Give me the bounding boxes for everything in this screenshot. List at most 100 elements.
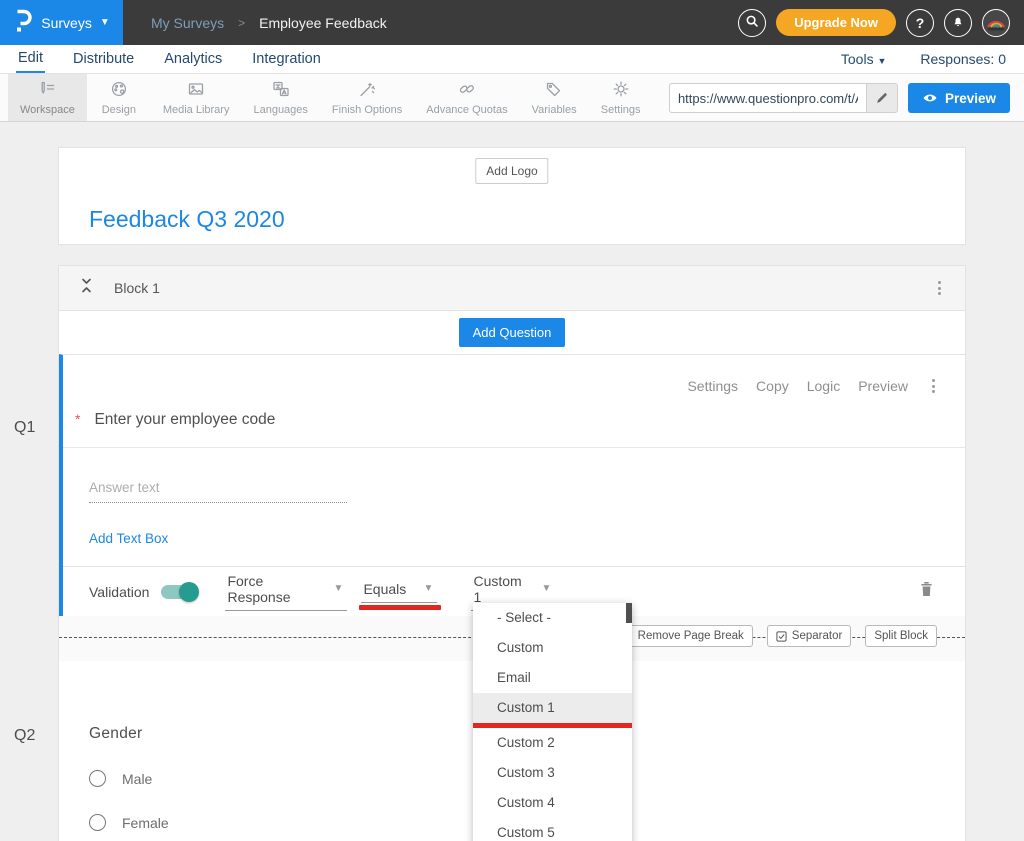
breadcrumb-separator: > (238, 16, 245, 30)
chevron-down-icon: ▼ (877, 56, 886, 66)
radio-button[interactable] (89, 814, 106, 831)
survey-url-group: Preview (669, 83, 1010, 113)
delete-question-button[interactable] (918, 580, 935, 603)
breadcrumb-my-surveys[interactable]: My Surveys (151, 15, 224, 31)
question-text[interactable]: Enter your employee code (94, 411, 275, 429)
radio-label: Male (122, 771, 152, 787)
avatar-rainbow-icon (984, 11, 1008, 35)
dropdown-item-custom2[interactable]: Custom 2 (473, 728, 632, 758)
toolbar-item-languages[interactable]: Languages (241, 74, 319, 121)
force-response-dropdown[interactable]: Force Response▼ (225, 573, 347, 611)
toolbar-item-workspace[interactable]: Workspace (8, 74, 87, 121)
tools-menu[interactable]: Tools ▼ (841, 51, 887, 67)
dropdown-item-custom5[interactable]: Custom 5 (473, 818, 632, 841)
product-label: Surveys (41, 15, 92, 31)
dropdown-item-custom1[interactable]: Custom 1 (473, 693, 632, 723)
remove-page-break-button[interactable]: Remove Page Break (613, 625, 753, 647)
toolbar-item-finish-options[interactable]: Finish Options (320, 74, 414, 121)
question-mark-icon: ? (916, 15, 925, 31)
settings-icon (611, 79, 631, 102)
breadcrumb: My Surveys > Employee Feedback (123, 0, 387, 45)
chevron-down-icon: ▼ (100, 17, 110, 28)
preview-button[interactable]: Preview (908, 83, 1010, 113)
toolbar-item-design[interactable]: Design (87, 74, 151, 121)
block-menu-kebab-icon[interactable] (934, 277, 945, 299)
survey-editor-screen: Surveys ▼ My Surveys > Employee Feedback… (0, 0, 1024, 841)
checkbox-checked-icon (776, 631, 787, 642)
user-avatar[interactable] (982, 9, 1010, 37)
dropdown-scrollbar[interactable] (626, 603, 632, 623)
bell-icon (950, 13, 966, 32)
tab-distribute[interactable]: Distribute (71, 47, 136, 72)
survey-header-card: Add Logo Feedback Q3 2020 (58, 147, 966, 245)
required-asterisk: * (75, 411, 80, 427)
toggle-knob (179, 582, 199, 602)
question-number-q1: Q1 (14, 419, 35, 437)
trash-icon (918, 580, 935, 598)
advance-quotas-icon (457, 79, 477, 102)
add-text-box-link[interactable]: Add Text Box (89, 531, 168, 546)
surveys-product-menu[interactable]: Surveys ▼ (0, 0, 123, 45)
question-title-row: * Enter your employee code (63, 355, 965, 448)
tab-integration[interactable]: Integration (250, 47, 323, 72)
pencil-icon (875, 91, 889, 105)
dropdown-item-custom[interactable]: Custom (473, 633, 632, 663)
languages-icon (271, 79, 291, 102)
chevron-down-icon: ▼ (334, 583, 344, 594)
upgrade-now-button[interactable]: Upgrade Now (776, 9, 896, 36)
finish-options-icon (357, 79, 377, 102)
page-break-buttons: Remove Page Break Separator Split Block (613, 625, 937, 647)
tabrow-right: Tools ▼ Responses: 0 (841, 51, 1008, 67)
breadcrumb-current-survey: Employee Feedback (259, 15, 387, 31)
tab-analytics[interactable]: Analytics (162, 47, 224, 72)
block-card: Block 1 Add Question Settings Copy Logic… (58, 265, 966, 616)
dropdown-item-custom4[interactable]: Custom 4 (473, 788, 632, 818)
survey-url-input[interactable] (669, 83, 867, 113)
question-logic-link[interactable]: Logic (807, 378, 840, 394)
add-question-button[interactable]: Add Question (459, 318, 566, 347)
survey-section-tabs: Edit Distribute Analytics Integration To… (0, 45, 1024, 74)
dropdown-item-custom3[interactable]: Custom 3 (473, 758, 632, 788)
survey-title[interactable]: Feedback Q3 2020 (89, 206, 285, 233)
validation-label: Validation (89, 584, 149, 600)
top-navbar: Surveys ▼ My Surveys > Employee Feedback… (0, 0, 1024, 45)
answer-text-field[interactable]: Answer text (89, 480, 347, 503)
survey-url-wrap (669, 83, 898, 113)
radio-label: Female (122, 815, 169, 831)
toolbar-item-media-library[interactable]: Media Library (151, 74, 242, 121)
media-library-icon (186, 79, 206, 102)
question-number-q2: Q2 (14, 727, 35, 745)
search-button[interactable] (738, 9, 766, 37)
collapse-block-icon[interactable] (79, 277, 94, 299)
toolbar-item-settings[interactable]: Settings (589, 74, 653, 121)
questionpro-logo-icon (13, 9, 33, 36)
operator-dropdown[interactable]: Equals▼ (361, 581, 437, 603)
tab-edit[interactable]: Edit (16, 46, 45, 73)
question-card-q1: Settings Copy Logic Preview * Enter your… (59, 354, 965, 616)
dropdown-item-email[interactable]: Email (473, 663, 632, 693)
radio-button[interactable] (89, 770, 106, 787)
dropdown-item-select[interactable]: - Select - (473, 603, 632, 633)
toolbar-item-variables[interactable]: Variables (520, 74, 589, 121)
edit-url-button[interactable] (867, 91, 897, 105)
editor-toolbar: Workspace Design Media Library Languages… (0, 74, 1024, 122)
block-title: Block 1 (114, 280, 160, 296)
split-block-button[interactable]: Split Block (865, 625, 937, 647)
add-logo-button[interactable]: Add Logo (475, 158, 548, 184)
question-menu-kebab-icon[interactable] (928, 375, 939, 397)
question-copy-link[interactable]: Copy (756, 378, 789, 394)
chevron-down-icon: ▼ (542, 583, 552, 594)
workspace-icon (37, 79, 57, 102)
block-header: Block 1 (59, 266, 965, 311)
separator-button[interactable]: Separator (767, 625, 852, 647)
question-settings-link[interactable]: Settings (687, 378, 738, 394)
toolbar-item-advance-quotas[interactable]: Advance Quotas (414, 74, 519, 121)
validation-toggle[interactable] (161, 585, 197, 599)
question-preview-link[interactable]: Preview (858, 378, 908, 394)
notifications-button[interactable] (944, 9, 972, 37)
variables-icon (544, 79, 564, 102)
design-icon (109, 79, 129, 102)
add-question-row: Add Question (59, 311, 965, 354)
help-button[interactable]: ? (906, 9, 934, 37)
validation-type-dropdown-menu: - Select - Custom Email Custom 1 Custom … (473, 603, 632, 841)
